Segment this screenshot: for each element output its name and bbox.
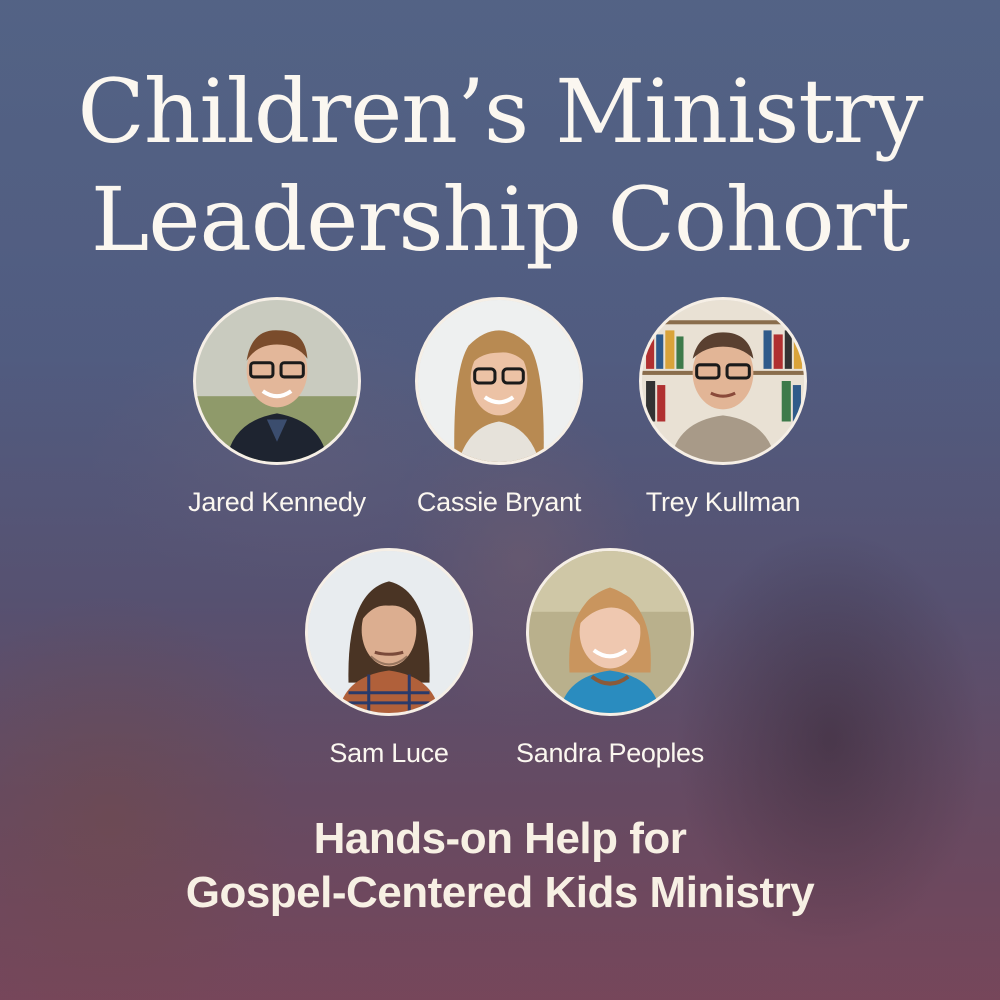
speaker-photo xyxy=(639,297,807,465)
speaker-photo xyxy=(526,548,694,716)
speaker-card-sam-luce: Sam Luce xyxy=(289,548,489,769)
speaker-name: Jared Kennedy xyxy=(188,487,366,517)
portrait-image xyxy=(418,300,580,462)
portrait-image xyxy=(529,551,691,713)
tagline-line-1: Hands-on Help for xyxy=(313,814,687,863)
speaker-photo xyxy=(415,297,583,465)
speaker-card-sandra-peoples: Sandra Peoples xyxy=(510,548,710,769)
speaker-photo xyxy=(305,548,473,716)
portrait-image xyxy=(308,551,470,713)
speaker-card-jared-kennedy: Jared Kennedy xyxy=(177,297,377,518)
speaker-photo xyxy=(193,297,361,465)
speaker-card-trey-kullman: Trey Kullman xyxy=(623,297,823,518)
speaker-name: Trey Kullman xyxy=(645,487,801,517)
tagline-line-2: Gospel-Centered Kids Ministry xyxy=(185,868,815,917)
title-line-1: Children’s Ministry xyxy=(77,60,924,163)
speaker-name: Sam Luce xyxy=(329,738,449,768)
portrait-image xyxy=(642,300,804,462)
promo-graphic: Children’s Ministry Leadership Cohort Ja… xyxy=(0,0,1000,1000)
speaker-name: Cassie Bryant xyxy=(416,487,582,517)
title-line-2: Leadership Cohort xyxy=(90,168,910,271)
portrait-image xyxy=(196,300,358,462)
speaker-name: Sandra Peoples xyxy=(516,738,704,768)
page-title: Children’s Ministry Leadership Cohort xyxy=(0,58,1000,274)
tagline: Hands-on Help for Gospel-Centered Kids M… xyxy=(0,812,1000,920)
speaker-card-cassie-bryant: Cassie Bryant xyxy=(399,297,599,518)
